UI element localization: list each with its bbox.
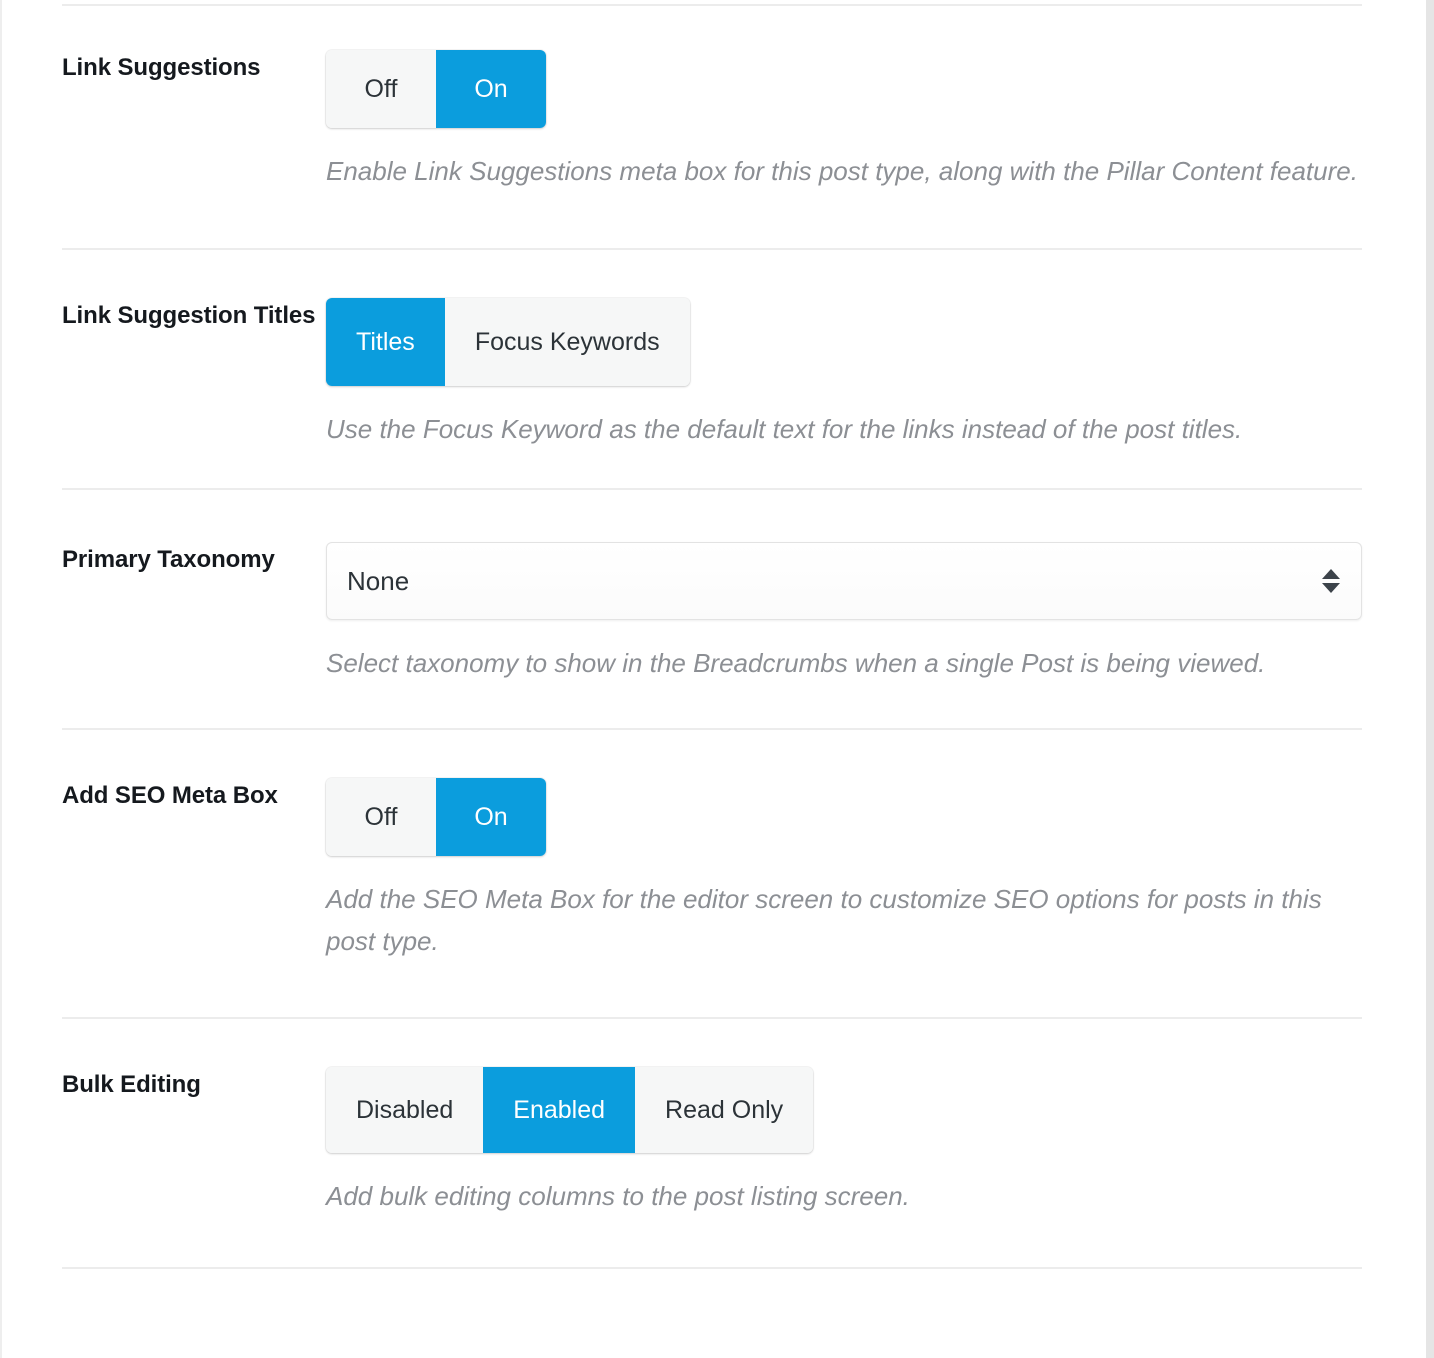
label-add-seo-meta-box: Add SEO Meta Box	[62, 782, 278, 810]
description-bulk-editing: Add bulk editing columns to the post lis…	[326, 1180, 910, 1211]
label-link-suggestions: Link Suggestions	[62, 54, 261, 81]
description-add-seo-meta-box: Add the SEO Meta Box for the editor scre…	[326, 884, 1322, 957]
label-link-suggestion-titles: Link Suggestion Titles	[62, 302, 316, 330]
divider-bottom	[62, 1266, 1362, 1269]
control-link-suggestions: Off On Enable Link Suggestions meta box …	[326, 50, 1362, 192]
toggle-add-seo-meta-box[interactable]: Off On	[326, 778, 546, 857]
segment-bulk-disabled[interactable]: Disabled	[326, 1066, 484, 1153]
description-link-suggestions: Enable Link Suggestions meta box for thi…	[326, 156, 1358, 186]
control-add-seo-meta-box: Off On Add the SEO Meta Box for the edit…	[326, 778, 1362, 962]
segmented-bulk-editing[interactable]: Disabled Enabled Read Only	[326, 1066, 814, 1153]
setting-row-link-suggestions: Link Suggestions Off On Enable Link Sugg…	[2, 6, 1426, 192]
segment-bulk-enabled[interactable]: Enabled	[483, 1066, 636, 1153]
control-link-suggestion-titles: Titles Focus Keywords Use the Focus Keyw…	[326, 298, 1362, 450]
setting-row-add-seo-meta-box: Add SEO Meta Box Off On Add the SEO Meta…	[2, 730, 1426, 962]
setting-row-bulk-editing: Bulk Editing Disabled Enabled Read Only …	[2, 1019, 1426, 1217]
post-type-settings-panel: Link Suggestions Off On Enable Link Sugg…	[0, 0, 1434, 1358]
control-primary-taxonomy: None Select taxonomy to show in the Brea…	[326, 542, 1362, 684]
setting-row-link-suggestion-titles: Link Suggestion Titles Titles Focus Keyw…	[2, 250, 1426, 450]
toggle-link-suggestions[interactable]: Off On	[326, 50, 546, 128]
toggle-add-seo-meta-box-on[interactable]: On	[436, 778, 546, 857]
select-primary-taxonomy[interactable]: None	[326, 542, 1362, 621]
select-primary-taxonomy-value: None	[347, 565, 410, 596]
segment-titles[interactable]: Titles	[326, 298, 445, 387]
toggle-link-suggestions-on[interactable]: On	[436, 50, 546, 128]
description-primary-taxonomy: Select taxonomy to show in the Breadcrum…	[326, 648, 1266, 679]
control-bulk-editing: Disabled Enabled Read Only Add bulk edit…	[326, 1066, 1362, 1217]
label-bulk-editing: Bulk Editing	[62, 1070, 201, 1098]
label-primary-taxonomy: Primary Taxonomy	[62, 546, 275, 574]
segment-bulk-read-only[interactable]: Read Only	[635, 1066, 814, 1153]
segmented-link-suggestion-titles[interactable]: Titles Focus Keywords	[326, 298, 690, 387]
segment-focus-keywords[interactable]: Focus Keywords	[444, 298, 690, 387]
description-link-suggestion-titles: Use the Focus Keyword as the default tex…	[326, 414, 1243, 445]
toggle-add-seo-meta-box-off[interactable]: Off	[326, 778, 436, 857]
setting-row-primary-taxonomy: Primary Taxonomy None Select taxonomy to…	[2, 490, 1426, 684]
select-primary-taxonomy-wrapper: None	[326, 542, 1362, 621]
toggle-link-suggestions-off[interactable]: Off	[326, 50, 436, 128]
